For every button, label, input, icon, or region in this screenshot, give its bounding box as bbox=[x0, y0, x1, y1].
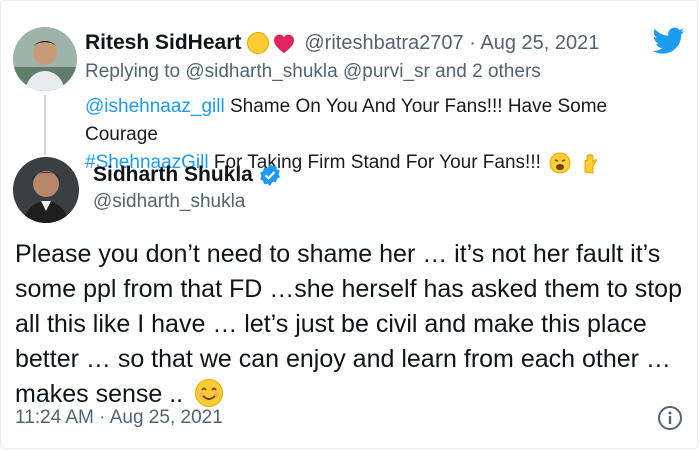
verified-badge-icon bbox=[259, 164, 280, 186]
separator-dot: · bbox=[99, 407, 106, 428]
mention-link[interactable]: @ishehnaaz_gill bbox=[85, 96, 225, 117]
smiling-face-emoji-icon bbox=[195, 379, 224, 407]
reply-date[interactable]: Aug 25, 2021 bbox=[480, 32, 599, 54]
twitter-bird-icon[interactable] bbox=[653, 27, 685, 55]
separator-dot: · bbox=[469, 31, 476, 54]
tweet-time: 11:24 AM bbox=[15, 407, 94, 428]
info-icon[interactable] bbox=[657, 405, 683, 431]
reply-avatar[interactable] bbox=[13, 27, 77, 91]
weary-face-emoji-icon bbox=[549, 152, 571, 174]
main-tweet-text: Please you don’t need to shame her … it’… bbox=[15, 237, 687, 412]
replying-users-link[interactable]: @sidharth_shukla @purvi_sr bbox=[185, 61, 430, 82]
tweet-date: Aug 25, 2021 bbox=[109, 407, 223, 428]
thread-connector-line bbox=[44, 95, 46, 155]
raised-hand-emoji-icon bbox=[584, 153, 598, 174]
reply-author-name[interactable]: Ritesh SidHeart bbox=[85, 31, 241, 55]
replying-prefix: Replying to bbox=[85, 61, 181, 82]
hug-emoji-icon bbox=[247, 32, 270, 54]
heart-emoji-icon bbox=[274, 34, 295, 53]
reply-header: Ritesh SidHeart @riteshbatra2707 · Aug 2… bbox=[85, 31, 599, 55]
replying-others-link[interactable]: and 2 others bbox=[435, 61, 541, 82]
replying-to-line: Replying to @sidharth_shukla @purvi_sr a… bbox=[85, 61, 541, 83]
main-author-name[interactable]: Sidharth Shukla bbox=[93, 163, 253, 187]
main-author-handle[interactable]: @sidharth_shukla bbox=[93, 191, 245, 213]
main-tweet-body: Please you don’t need to shame her … it’… bbox=[15, 240, 682, 408]
tweet-timestamp[interactable]: 11:24 AM · Aug 25, 2021 bbox=[15, 407, 223, 429]
main-author-row: Sidharth Shukla bbox=[93, 163, 281, 187]
main-avatar[interactable] bbox=[13, 157, 79, 223]
reply-author-handle[interactable]: @riteshbatra2707 bbox=[304, 32, 463, 54]
tweet-card: Ritesh SidHeart @riteshbatra2707 · Aug 2… bbox=[0, 0, 698, 449]
